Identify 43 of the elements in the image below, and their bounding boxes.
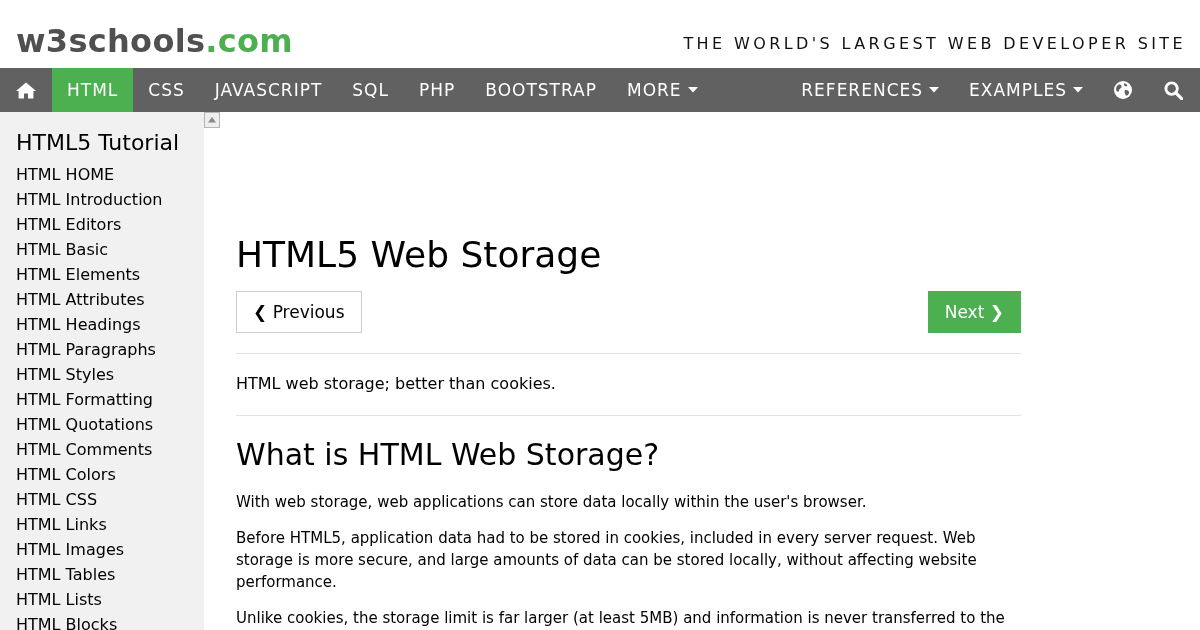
section-heading: What is HTML Web Storage?	[236, 437, 661, 473]
nav-link[interactable]: BOOTSTRAP	[470, 68, 612, 112]
sidebar-link[interactable]: HTML Elements	[16, 262, 204, 287]
sidebar-link[interactable]: HTML Paragraphs	[16, 337, 204, 362]
sidebar-link[interactable]: HTML Colors	[16, 462, 204, 487]
globe-icon	[1114, 81, 1132, 99]
nav-link[interactable]: CSS	[133, 68, 200, 112]
sidebar-title: HTML5 Tutorial	[16, 129, 181, 157]
page-title: HTML5 Web Storage	[236, 233, 603, 276]
nav-menu-button[interactable]: MORE	[612, 68, 713, 112]
sidebar-link[interactable]: HTML Comments	[16, 437, 204, 462]
sidebar-link[interactable]: HTML Attributes	[16, 287, 204, 312]
caret-icon	[687, 87, 698, 93]
body-paragraph: Before HTML5, application data had to be stored in cookies, included in every server request. Web storage is more secure, and large amounts of data can be stored locally, without affecting website performance.	[236, 528, 978, 593]
sidebar-link[interactable]: HTML HOME	[16, 162, 204, 187]
sidebar-link[interactable]: HTML Images	[16, 537, 204, 562]
previous-button[interactable]: ❮ Previous	[236, 291, 362, 333]
sidebar-link[interactable]: HTML Styles	[16, 362, 204, 387]
home-icon	[16, 81, 36, 99]
search-icon	[1164, 80, 1183, 100]
sidebar-link[interactable]: HTML Headings	[16, 312, 204, 337]
sidebar-link[interactable]: HTML Blocks	[16, 612, 204, 630]
sidebar-link[interactable]: HTML Links	[16, 512, 204, 537]
tagline-text: THE WORLD'S LARGEST WEB DEVELOPER SITE	[683, 36, 1186, 52]
sidebar-link[interactable]: HTML Lists	[16, 587, 204, 612]
sidebar-link[interactable]: HTML Quotations	[16, 412, 204, 437]
body-paragraph: With web storage, web applications can store data locally within the user's browser.	[236, 492, 868, 513]
caret-icon	[1073, 87, 1083, 93]
sidebar-link[interactable]: HTML Editors	[16, 212, 204, 237]
intro-text: HTML web storage; better than cookies.	[236, 373, 557, 395]
caret-icon	[929, 87, 940, 93]
site-logo[interactable]: w3schools.com	[16, 25, 293, 57]
sidebar-link[interactable]: HTML Basic	[16, 237, 204, 262]
nav-link[interactable]: SQL	[337, 68, 404, 112]
sidebar-link[interactable]: HTML Introduction	[16, 187, 204, 212]
nav-menu-button[interactable]: EXAMPLES	[954, 68, 1098, 112]
sidebar-link[interactable]: HTML Tables	[16, 562, 204, 587]
nav-menu-button[interactable]: REFERENCES	[786, 68, 955, 112]
nav-link[interactable]: JAVASCRIPT	[199, 68, 338, 112]
sidebar-link[interactable]: HTML Formatting	[16, 387, 204, 412]
sidebar-link[interactable]: HTML CSS	[16, 487, 204, 512]
nav-link[interactable]: PHP	[404, 68, 471, 112]
body-paragraph: Unlike cookies, the storage limit is far larger (at least 5MB) and information is never transferred to the	[236, 608, 1006, 629]
